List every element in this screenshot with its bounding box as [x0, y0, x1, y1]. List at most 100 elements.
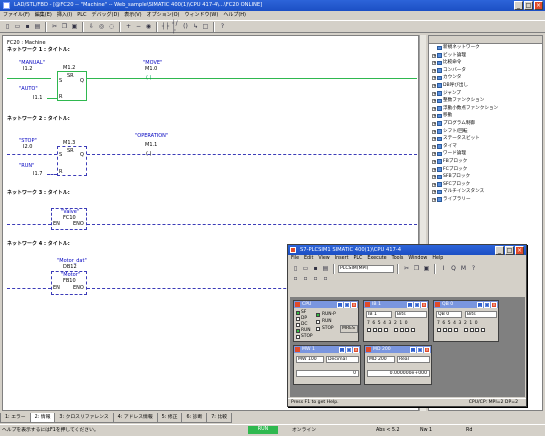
cut-icon[interactable]: ✂: [402, 264, 411, 273]
plc-connection-select[interactable]: PLCSIM(MPI): [338, 264, 394, 273]
ib1-bit-checkbox[interactable]: [372, 328, 377, 332]
menu-view[interactable]: 表示(V): [124, 11, 141, 20]
print-icon[interactable]: ▤: [321, 264, 330, 273]
plcsim-menu-plc[interactable]: PLC: [353, 255, 362, 263]
catalog-item[interactable]: + マルチインスタンス: [429, 188, 542, 196]
catalog-item[interactable]: + 整数ファンクション: [429, 97, 542, 105]
contact-nc-icon[interactable]: ┤/├: [171, 20, 180, 34]
n2-coil[interactable]: ( ): [146, 151, 152, 157]
mres-button[interactable]: MRES: [340, 325, 358, 333]
plcsim-menu-insert[interactable]: Insert: [335, 255, 349, 263]
menu-window[interactable]: ウィンドウ(W): [184, 11, 218, 20]
catalog-item[interactable]: + シフト/回転: [429, 128, 542, 136]
copy-icon[interactable]: ❐: [60, 22, 69, 31]
box-icon[interactable]: □: [201, 22, 210, 31]
plcsim-menu-window[interactable]: Window: [408, 255, 427, 263]
catalog-item[interactable]: + SFCブロック: [429, 181, 542, 189]
catalog-item[interactable]: + FCブロック: [429, 166, 542, 174]
contact-no-icon[interactable]: ┤├: [161, 22, 170, 31]
catalog-item[interactable]: + カウンタ: [429, 74, 542, 82]
save-icon[interactable]: ▪: [311, 264, 320, 273]
plcsim-menu-tools[interactable]: Tools: [392, 255, 404, 263]
run-checkbox[interactable]: [316, 320, 320, 324]
tab-address[interactable]: 4: アドレス情報: [112, 413, 158, 423]
menu-insert[interactable]: 挿入(I): [57, 11, 72, 20]
qb0-address-input[interactable]: QB 0: [436, 311, 462, 318]
open-icon[interactable]: ▭: [301, 264, 310, 273]
catalog-item[interactable]: + ライブラリー: [429, 196, 542, 204]
zoom-in-icon[interactable]: +: [124, 22, 133, 31]
download-icon[interactable]: ⇩: [87, 22, 96, 31]
new-icon[interactable]: ▯: [3, 22, 12, 31]
ib1-bit-checkbox[interactable]: [393, 328, 398, 332]
plcsim-menu-view[interactable]: View: [318, 255, 329, 263]
ib1-bit-checkbox[interactable]: [378, 328, 383, 332]
menu-edit[interactable]: 編集(E): [35, 11, 52, 20]
online-icon[interactable]: ◎: [97, 22, 106, 31]
md-value-input[interactable]: 0.000000e+000: [367, 370, 430, 377]
catalog-item[interactable]: + プログラム制御: [429, 120, 542, 128]
zoom-out-icon[interactable]: −: [134, 22, 143, 31]
new-icon[interactable]: ▯: [291, 264, 300, 273]
plcsim-minimize-button[interactable]: _: [495, 246, 504, 255]
mw-format-select[interactable]: Decimal: [326, 356, 359, 363]
plcsim-menu-edit[interactable]: Edit: [304, 255, 313, 263]
ib1-bit-checkbox[interactable]: [399, 328, 404, 332]
mw-value-input[interactable]: 0: [296, 370, 359, 377]
n1-coil[interactable]: ( ): [146, 75, 152, 81]
insert-output-icon[interactable]: Q: [449, 264, 458, 273]
tool-icon[interactable]: ▫: [311, 274, 320, 283]
catalog-item[interactable]: + ジャンプ: [429, 90, 542, 98]
minimize-button[interactable]: _: [514, 1, 523, 10]
plcsim-menu-file[interactable]: File: [291, 255, 299, 263]
catalog-item[interactable]: + 浮動小数点ファンクション: [429, 105, 542, 113]
qb0-bit-checkbox[interactable]: [453, 328, 458, 332]
stop-checkbox[interactable]: [316, 327, 320, 331]
plcsim-close-button[interactable]: ×: [515, 246, 524, 255]
monitor-icon[interactable]: ◉: [144, 22, 153, 31]
catalog-item[interactable]: + コンバータ: [429, 67, 542, 75]
print-icon[interactable]: ▤: [33, 22, 42, 31]
ib1-bit-checkbox[interactable]: [405, 328, 410, 332]
maximize-button[interactable]: □: [524, 1, 533, 10]
plcsim-menu-execute[interactable]: Execute: [367, 255, 386, 263]
close-button[interactable]: ×: [534, 1, 543, 10]
ib1-bit-checkbox[interactable]: [410, 328, 415, 332]
plcsim-maximize-button[interactable]: □: [505, 246, 514, 255]
qb0-bit-checkbox[interactable]: [442, 328, 447, 332]
catalog-item[interactable]: + DB呼び出し: [429, 82, 542, 90]
cut-icon[interactable]: ✂: [50, 22, 59, 31]
catalog-item[interactable]: + ワード論理: [429, 150, 542, 158]
mw-address-input[interactable]: MW 100: [296, 356, 324, 363]
qb0-bit-checkbox[interactable]: [475, 328, 480, 332]
insert-input-icon[interactable]: I: [439, 264, 448, 273]
tab-diagnose[interactable]: 6: 診断: [181, 413, 208, 423]
insert-memory-icon[interactable]: M: [459, 264, 468, 273]
catalog-item[interactable]: + ステータスビット: [429, 135, 542, 143]
menu-plc[interactable]: PLC: [77, 11, 86, 20]
tab-error[interactable]: 1: エラー: [0, 413, 31, 423]
md-address-input[interactable]: MD 200: [367, 356, 395, 363]
qb0-bit-checkbox[interactable]: [469, 328, 474, 332]
menu-debug[interactable]: デバッグ(D): [92, 11, 120, 20]
qb0-bit-checkbox[interactable]: [448, 328, 453, 332]
qb0-bit-checkbox[interactable]: [480, 328, 485, 332]
help-icon[interactable]: ?: [469, 264, 478, 273]
ib1-format-select[interactable]: Bits: [395, 311, 427, 318]
catalog-item[interactable]: + FBブロック: [429, 158, 542, 166]
catalog-item[interactable]: + ビット論理: [429, 52, 542, 60]
plcsim-menu-help[interactable]: Help: [432, 255, 443, 263]
tab-compare[interactable]: 7: 比較: [206, 413, 233, 423]
catalog-item[interactable]: + タイマ: [429, 143, 542, 151]
tool-icon[interactable]: ▫: [291, 274, 300, 283]
tab-info[interactable]: 2: 情報: [29, 413, 56, 423]
tool-icon[interactable]: ▫: [301, 274, 310, 283]
ib1-bit-checkbox[interactable]: [383, 328, 388, 332]
catalog-item[interactable]: 新規ネットワーク: [429, 44, 542, 52]
save-icon[interactable]: ▪: [23, 22, 32, 31]
menu-help[interactable]: ヘルプ(H): [223, 11, 246, 20]
qb0-bit-checkbox[interactable]: [463, 328, 468, 332]
catalog-item[interactable]: + 比較命令: [429, 59, 542, 67]
paste-icon[interactable]: ▣: [70, 22, 79, 31]
help-icon[interactable]: ?: [218, 22, 227, 31]
